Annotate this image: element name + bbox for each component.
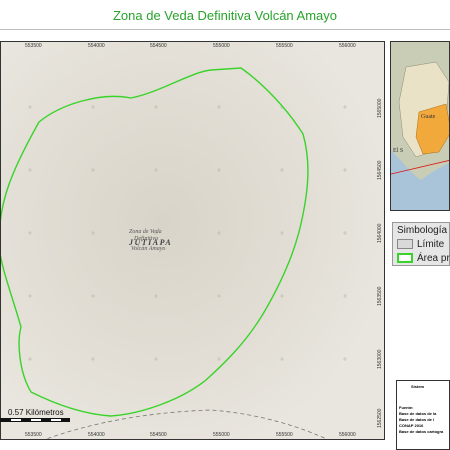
legend-panel: Simbología Límite Área pr [392,222,450,266]
x-tick-bottom: 553500 [25,432,42,438]
locator-label-sv: El S [393,148,404,154]
x-tick-bottom: 554000 [88,432,105,438]
locator-canvas [391,42,449,210]
legend-item-label: Límite [417,239,445,250]
info-source-line4: Base de datos cartogra [399,429,444,434]
title-bar: Zona de Veda Definitiva Volcán Amayo [0,0,450,30]
info-source-line1: Base de datos de la [399,411,437,416]
x-tick-bottom: 555000 [213,432,230,438]
terrain-hillshade [1,42,384,439]
legend-item-area: Área pr [397,253,450,265]
x-tick-bottom: 554500 [150,432,167,438]
legend-swatch-gray [397,239,413,250]
locator-map[interactable]: Guate El S [390,41,450,211]
y-tick-right: 1563000 [377,349,383,369]
x-tick-top: 554000 [88,43,105,49]
main-map[interactable]: Zona de Veda Definitiva JUTIAPA Volcán A… [0,41,385,440]
x-tick-top: 553500 [25,43,42,49]
map-title: Zona de Veda Definitiva Volcán Amayo [112,8,338,23]
legend-item-limite: Límite [397,239,444,251]
y-tick-right: 1563500 [377,286,383,306]
zone-label-3: Volcán Amayo [131,246,166,252]
x-tick-bottom: 555500 [276,432,293,438]
scale-label: 0.57 Kilómetros [8,408,64,417]
x-tick-top: 556000 [339,43,356,49]
y-tick-right: 1564000 [377,223,383,243]
legend-swatch-green [397,253,413,264]
y-tick-right: 1562500 [377,408,383,428]
x-tick-bottom: 556000 [339,432,356,438]
info-system-label: Sistem [411,384,425,389]
info-source-title: Fuente: [399,405,414,410]
y-tick-right: 1565000 [377,98,383,118]
legend-title: Simbología [397,225,448,236]
y-tick-right: 1564500 [377,160,383,180]
info-box: Sistem Fuente: Base de datos de la Base … [396,380,450,450]
x-tick-top: 554500 [150,43,167,49]
info-source-line2: Base de datos de l [399,417,435,422]
locator-label-guatemala: Guate [421,114,436,120]
scale-bar [0,418,70,422]
x-tick-top: 555500 [276,43,293,49]
legend-item-label: Área pr [417,253,450,264]
zone-label-1: Zona de Veda [129,229,162,235]
map-canvas [1,42,384,439]
info-source-line3: CONAP 2016 [399,423,424,428]
x-tick-top: 555000 [213,43,230,49]
